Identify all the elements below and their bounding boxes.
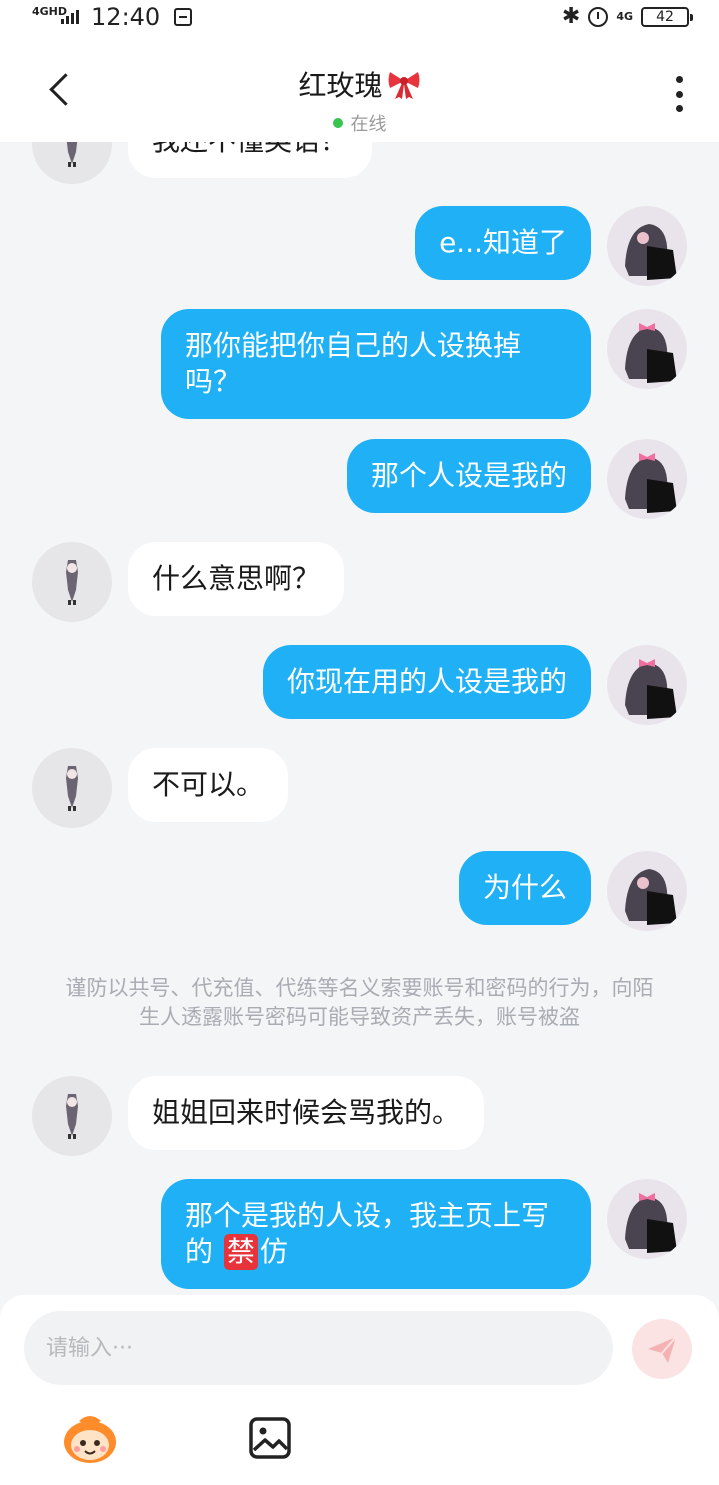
message-bubble[interactable]: e...知道了 (415, 206, 591, 280)
my-avatar[interactable] (607, 439, 687, 519)
ribbon-bow-icon (388, 72, 419, 99)
chat-title: 红玫瑰 (298, 69, 383, 102)
my-avatar[interactable] (607, 1179, 687, 1259)
online-status-text: 在线 (350, 114, 387, 135)
message-bubble[interactable]: 你现在用的人设是我的 (262, 645, 591, 719)
my-avatar[interactable] (607, 851, 687, 931)
message-row-mine: 那个是我的人设，我主页上写的 禁仿 (161, 1179, 687, 1289)
bluetooth-icon: ✱ (561, 4, 581, 29)
message-row-mine: 你现在用的人设是我的 (262, 645, 687, 725)
message-bubble[interactable]: 什么意思啊？ (128, 542, 345, 616)
title-area: 红玫瑰 在线 (0, 64, 719, 136)
emoji-mascot-icon[interactable] (61, 1413, 119, 1465)
status-bar: 4GHD 12:40 ✱ 4G 42 (0, 0, 719, 34)
chat-header: 红玫瑰 在线 (0, 34, 719, 142)
message-row-other: 姐姐回来时候会骂我的。 (32, 1076, 485, 1156)
message-bubble[interactable]: 不可以。 (128, 748, 289, 822)
message-bubble[interactable]: 为什么 (458, 851, 591, 925)
message-row-mine: 为什么 (458, 851, 687, 931)
my-avatar[interactable] (607, 309, 687, 389)
status-left: 4GHD 12:40 (32, 3, 193, 31)
chat-message-list[interactable]: 我还不懂英语？ e...知道了 那你能把你自己的人设换掉吗？ 那个人设是我的 什… (0, 142, 719, 1295)
battery-indicator: 42 (641, 7, 693, 27)
image-icon[interactable] (248, 1416, 292, 1460)
chat-title-row: 红玫瑰 (298, 64, 420, 104)
alarm-icon (588, 7, 609, 27)
message-row-mine: 那个人设是我的 (346, 439, 687, 519)
message-row-mine: e...知道了 (415, 206, 687, 286)
message-row-mine: 那你能把你自己的人设换掉吗？ (161, 309, 687, 419)
message-input[interactable] (24, 1311, 613, 1385)
network-type-label: 4GHD (32, 4, 68, 18)
message-text: 仿 (259, 1235, 288, 1268)
message-bubble[interactable]: 那个是我的人设，我主页上写的 禁仿 (161, 1179, 591, 1289)
contact-avatar[interactable] (32, 542, 112, 622)
status-right: ✱ 4G 42 (561, 4, 693, 29)
message-bubble[interactable]: 姐姐回来时候会骂我的。 (128, 1076, 485, 1150)
message-row-other: 不可以。 (32, 748, 289, 828)
message-bubble[interactable]: 那你能把你自己的人设换掉吗？ (161, 309, 591, 419)
screenshot-icon (174, 8, 193, 26)
network-4g-label: 4G (616, 10, 633, 23)
online-dot-icon (332, 118, 343, 128)
message-row-other: 什么意思啊？ (32, 542, 345, 622)
input-bar (0, 1295, 719, 1485)
online-status: 在线 (0, 110, 719, 136)
forbidden-emoji-icon: 禁 (223, 1234, 258, 1270)
contact-avatar[interactable] (32, 142, 112, 184)
send-icon (648, 1336, 677, 1363)
message-bubble[interactable]: 那个人设是我的 (346, 439, 591, 513)
contact-avatar[interactable] (32, 748, 112, 828)
my-avatar[interactable] (607, 645, 687, 725)
send-button[interactable] (632, 1319, 692, 1379)
more-vertical-icon[interactable] (673, 76, 685, 112)
my-avatar[interactable] (607, 206, 687, 286)
clock-time: 12:40 (91, 3, 161, 31)
message-row-other: 我还不懂英语？ (32, 142, 373, 184)
contact-avatar[interactable] (32, 1076, 112, 1156)
security-notice: 谨防以共号、代充值、代练等名义索要账号和密码的行为，向陌生人透露账号密码可能导致… (65, 976, 654, 1029)
message-bubble[interactable]: 我还不懂英语？ (128, 142, 373, 178)
